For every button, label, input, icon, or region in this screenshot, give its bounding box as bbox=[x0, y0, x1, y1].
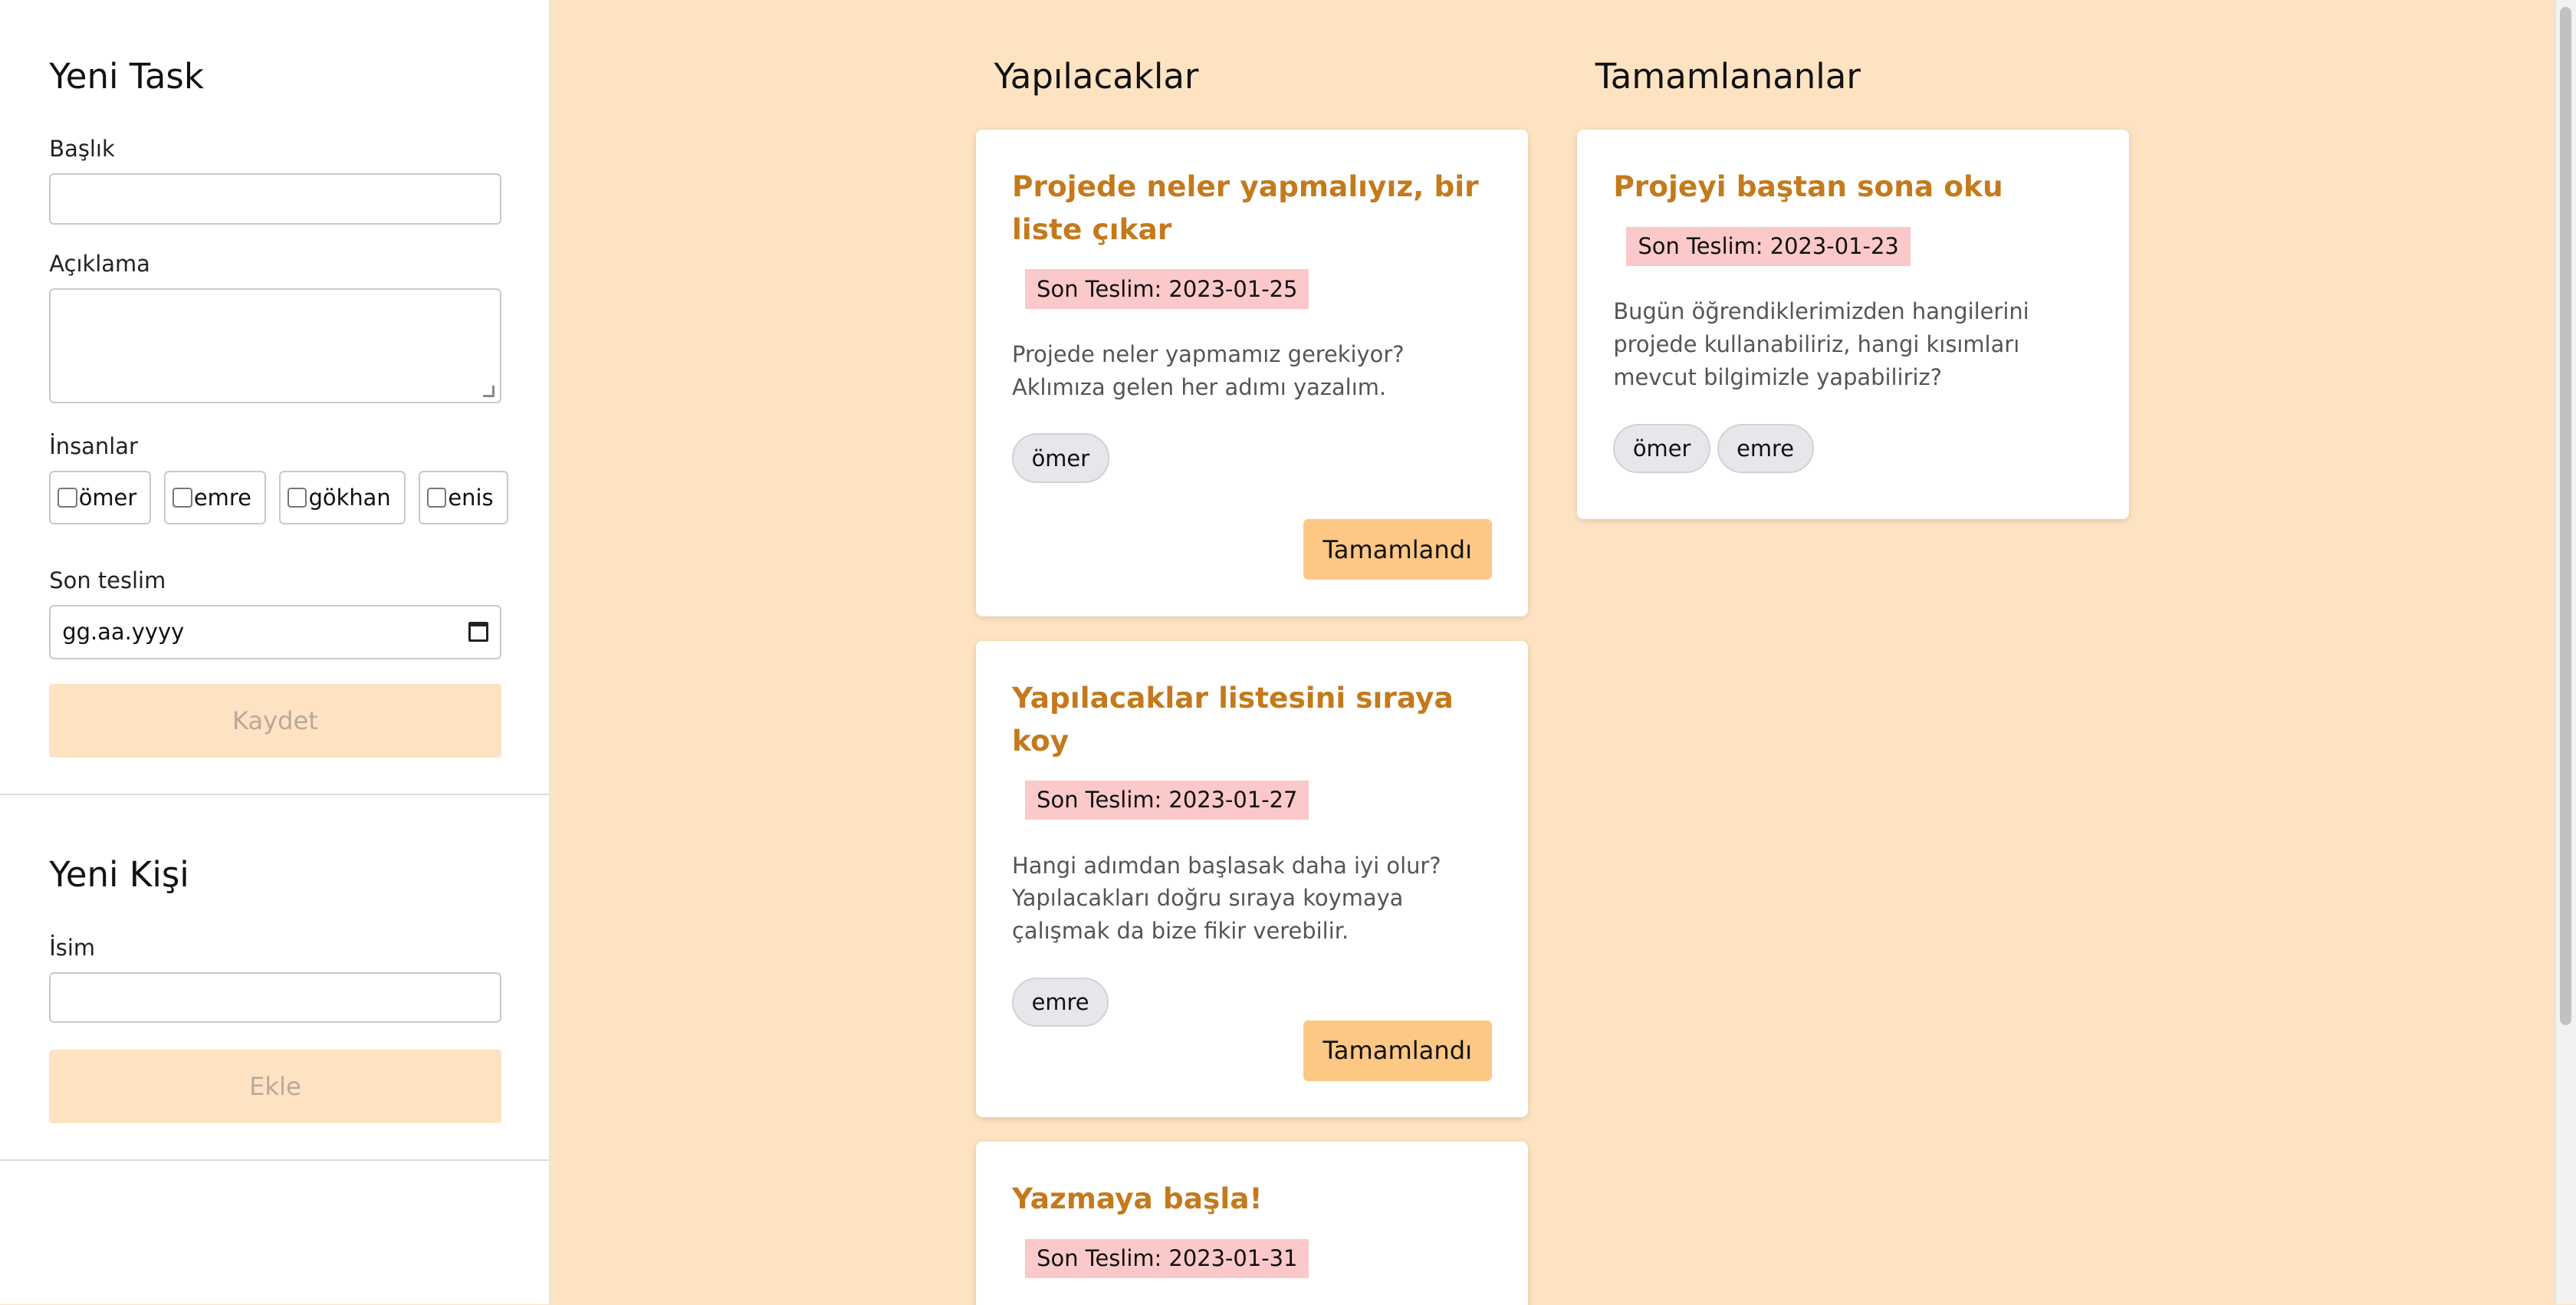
people-label: İnsanlar bbox=[49, 432, 138, 459]
resize-handle-icon[interactable] bbox=[483, 385, 495, 397]
task-card: Yapılacaklar listesini sıraya koy Son Te… bbox=[975, 640, 1528, 1118]
checkbox[interactable] bbox=[426, 488, 447, 508]
due-date-badge: Son Teslim: 2023-01-31 bbox=[1025, 1238, 1309, 1278]
checkbox[interactable] bbox=[57, 488, 77, 508]
person-option-label: enis bbox=[448, 484, 494, 511]
due-date-badge: Son Teslim: 2023-01-27 bbox=[1025, 780, 1309, 820]
person-option-gokhan[interactable]: gökhan bbox=[279, 470, 406, 525]
task-title: Projeyi baştan sona oku bbox=[1613, 169, 2003, 204]
assignee-chip: emre bbox=[1012, 977, 1109, 1027]
person-option-label: ömer bbox=[78, 484, 137, 511]
save-button[interactable]: Kaydet bbox=[49, 683, 501, 758]
people-checkbox-group: ömer emre gökhan enis bbox=[49, 470, 508, 525]
task-title: Yapılacaklar listesini sıraya koy bbox=[1012, 680, 1454, 758]
description-label: Açıklama bbox=[49, 250, 150, 277]
done-column-title: Tamamlananlar bbox=[1595, 55, 1861, 97]
task-card: Projede neler yapmalıyız, bir liste çıka… bbox=[975, 130, 1528, 616]
vertical-scrollbar[interactable] bbox=[2555, 0, 2576, 1305]
due-date-badge: Son Teslim: 2023-01-23 bbox=[1626, 226, 1911, 266]
due-date-badge: Son Teslim: 2023-01-25 bbox=[1025, 269, 1309, 309]
person-option-enis[interactable]: enis bbox=[418, 470, 508, 525]
complete-button[interactable]: Tamamlandı bbox=[1303, 1020, 1492, 1082]
person-option-omer[interactable]: ömer bbox=[49, 470, 152, 525]
assignee-list: ömer bbox=[1012, 433, 1492, 483]
new-person-form: Yeni Kişi İsim Ekle bbox=[0, 795, 549, 1162]
person-option-label: emre bbox=[193, 484, 251, 511]
assignee-chip: ömer bbox=[1613, 423, 1710, 473]
new-task-form: Yeni Task Başlık Açıklama İnsanlar ömer … bbox=[0, 0, 549, 796]
assignee-chip: emre bbox=[1717, 423, 1814, 473]
task-description: Hangi adımdan başlasak daha iyi olur? Ya… bbox=[1012, 852, 1441, 945]
name-input[interactable] bbox=[49, 971, 501, 1024]
name-label: İsim bbox=[49, 934, 96, 961]
new-task-heading: Yeni Task bbox=[49, 55, 204, 97]
person-option-emre[interactable]: emre bbox=[164, 470, 267, 525]
due-date-input[interactable]: gg.aa.yyyy bbox=[49, 604, 501, 659]
task-description: Bugün öğrendiklerimizden hangilerini pro… bbox=[1613, 298, 2029, 391]
assignee-chip: ömer bbox=[1012, 433, 1109, 483]
calendar-icon[interactable] bbox=[468, 622, 488, 643]
add-button[interactable]: Ekle bbox=[49, 1049, 501, 1124]
task-title: Yazmaya başla! bbox=[1012, 1182, 1263, 1216]
new-person-heading: Yeni Kişi bbox=[49, 854, 189, 896]
assignee-list: emre bbox=[1012, 977, 1492, 1027]
assignee-list: ömer emre bbox=[1613, 423, 2093, 473]
todo-column-title: Yapılacaklar bbox=[994, 55, 1199, 97]
task-card: Projeyi baştan sona oku Son Teslim: 2023… bbox=[1577, 130, 2130, 520]
description-textarea[interactable] bbox=[49, 288, 501, 403]
task-description: Projede neler yapmamız gerekiyor? Aklımı… bbox=[1012, 341, 1405, 400]
title-input[interactable] bbox=[49, 173, 501, 225]
scrollbar-thumb[interactable] bbox=[2559, 6, 2571, 1026]
due-date-placeholder: gg.aa.yyyy bbox=[62, 619, 185, 646]
checkbox[interactable] bbox=[287, 488, 307, 508]
task-title: Projede neler yapmalıyız, bir liste çıka… bbox=[1012, 169, 1479, 247]
title-label: Başlık bbox=[49, 136, 115, 163]
due-date-label: Son teslim bbox=[49, 567, 166, 593]
complete-button[interactable]: Tamamlandı bbox=[1303, 519, 1492, 580]
person-option-label: gökhan bbox=[308, 484, 391, 511]
task-card: Yazmaya başla! Son Teslim: 2023-01-31 bbox=[975, 1142, 1528, 1305]
sidebar: Yeni Task Başlık Açıklama İnsanlar ömer … bbox=[0, 0, 550, 1305]
checkbox[interactable] bbox=[172, 488, 192, 508]
